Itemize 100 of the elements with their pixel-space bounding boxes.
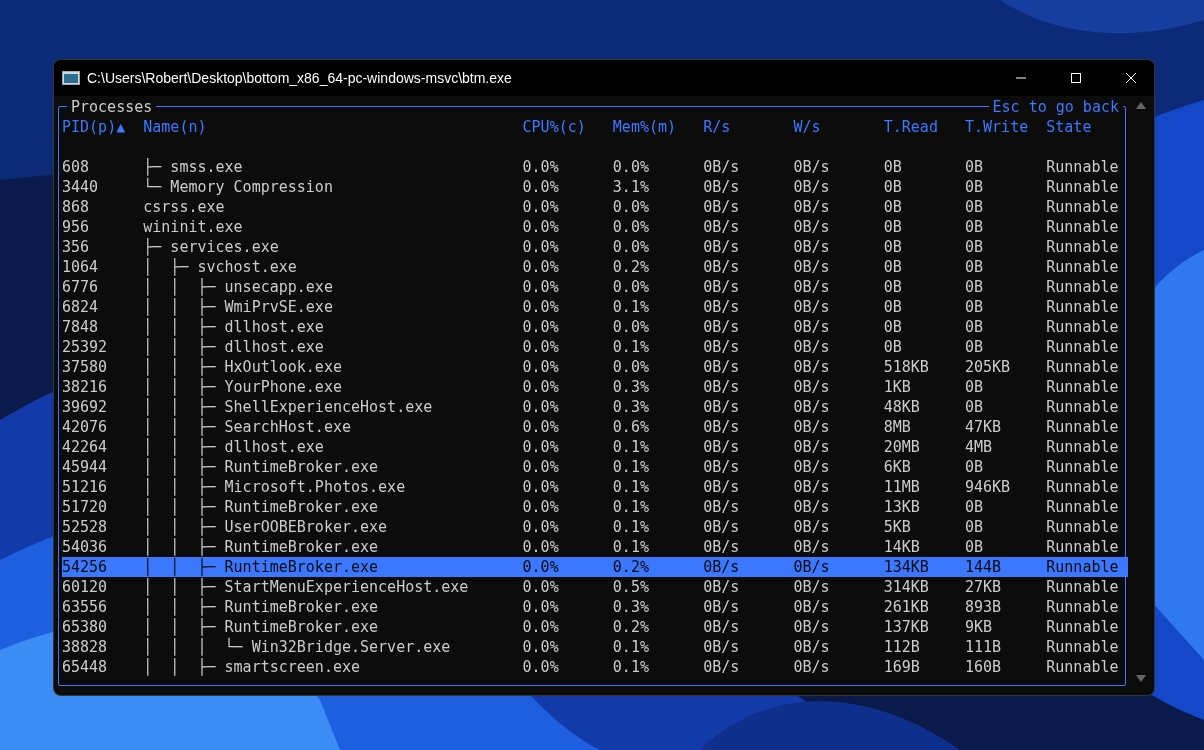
table-cell-text: 42076 — [62, 417, 109, 437]
process-row[interactable]: 51216 │ │ ├─ Microsoft.Photos.exe 0.0% 0.1% 0B/s 0B/s 11MB 946KB Runnable — [62, 477, 1128, 497]
column-header[interactable]: Name(n) — [143, 117, 523, 137]
table-cell-text: 0.2% — [612, 257, 650, 277]
table-cell-text: │ │ ├─ UserOOBEBroker.exe — [143, 517, 389, 537]
table-cell-text: 0B — [883, 237, 903, 257]
process-row[interactable]: 25392 │ │ ├─ dllhost.exe 0.0% 0.1% 0B/s 0B/s 0B 0B Runnable — [62, 337, 1128, 357]
table-cell-text: 0B/s — [703, 597, 741, 617]
table-cell-text: ├─ smss.exe — [143, 157, 244, 177]
process-row[interactable]: 39692 │ │ ├─ ShellExperienceHost.exe 0.0% 0.3% 0B/s 0B/s 48KB 0B Runnable — [62, 397, 1128, 417]
table-cell-text: 0B/s — [793, 437, 831, 457]
table-cell-text: Runnable — [1046, 657, 1120, 677]
table-cell-text: 0B — [965, 217, 985, 237]
table-cell-text: 0.0% — [522, 157, 560, 177]
table-cell-text: 54256 — [62, 557, 109, 577]
table-cell-text: 0B — [883, 217, 903, 237]
process-row[interactable]: 51720 │ │ ├─ RuntimeBroker.exe 0.0% 0.1% 0B/s 0B/s 13KB 0B Runnable — [62, 497, 1128, 517]
process-row[interactable]: 38216 │ │ ├─ YourPhone.exe 0.0% 0.3% 0B/s 0B/s 1KB 0B Runnable — [62, 377, 1128, 397]
table-cell-text: 205KB — [965, 357, 1012, 377]
process-row[interactable]: 956 wininit.exe 0.0% 0.0% 0B/s 0B/s 0B 0B Runnable — [62, 217, 1128, 237]
table-cell-text: 0B/s — [703, 457, 741, 477]
scroll-up-icon[interactable] — [1136, 102, 1146, 109]
process-row[interactable]: 37580 │ │ ├─ HxOutlook.exe 0.0% 0.0% 0B/s 0B/s 518KB 205KB Runnable — [62, 357, 1128, 377]
table-cell-text: 65448 — [62, 657, 109, 677]
table-cell-text: 0B — [883, 317, 903, 337]
table-cell-text: Runnable — [1046, 257, 1120, 277]
scroll-down-icon[interactable] — [1136, 675, 1146, 682]
process-row[interactable]: 65448 │ │ ├─ smartscreen.exe 0.0% 0.1% 0B/s 0B/s 169B 160B Runnable — [62, 657, 1128, 677]
terminal-icon — [62, 71, 80, 85]
table-cell-text: 0B/s — [703, 557, 741, 577]
process-row[interactable]: 54256 │ │ ├─ RuntimeBroker.exe 0.0% 0.2% 0B/s 0B/s 134KB 144B Runnable — [62, 557, 1128, 577]
table-cell-text: 0B — [965, 157, 985, 177]
table-cell-text: 0B/s — [703, 477, 741, 497]
table-cell-text: 0B/s — [703, 437, 741, 457]
column-header[interactable]: R/s — [703, 117, 794, 137]
table-cell-text: 0.5% — [612, 577, 650, 597]
table-cell-text: 0B — [965, 277, 985, 297]
table-cell-text: 20MB — [883, 437, 921, 457]
column-header[interactable]: PID(p)▲ — [62, 117, 144, 137]
process-row[interactable]: 868 csrss.exe 0.0% 0.0% 0B/s 0B/s 0B 0B Runnable — [62, 197, 1128, 217]
table-cell-text: 0B/s — [793, 377, 831, 397]
table-cell-text: 47KB — [965, 417, 1003, 437]
column-header[interactable]: Mem%(m) — [612, 117, 704, 137]
table-cell-text: 0B/s — [703, 177, 741, 197]
table-cell-text: 0B/s — [793, 237, 831, 257]
column-header[interactable]: W/s — [793, 117, 884, 137]
table-cell-text: 0.0% — [612, 237, 650, 257]
table-cell-text: 3440 — [62, 177, 100, 197]
table-cell-text: │ │ ├─ unsecapp.exe — [143, 277, 334, 297]
table-cell-text: 0B/s — [793, 197, 831, 217]
table-cell-text: Runnable — [1046, 497, 1120, 517]
table-cell-text: 39692 — [62, 397, 109, 417]
table-cell-text: 0B/s — [793, 337, 831, 357]
table-cell-text: ├─ services.exe — [143, 237, 280, 257]
process-row[interactable]: 45944 │ │ ├─ RuntimeBroker.exe 0.0% 0.1% 0B/s 0B/s 6KB 0B Runnable — [62, 457, 1128, 477]
process-row[interactable]: 38828 │ │ │ └─ Win32Bridge.Server.exe 0.0% 0.1% 0B/s 0B/s 112B 111B Runnable — [62, 637, 1128, 657]
table-cell-text: 6776 — [62, 277, 100, 297]
table-cell-text: 0.0% — [522, 497, 560, 517]
table-cell-text: 38828 — [62, 637, 109, 657]
process-row[interactable]: 356 ├─ services.exe 0.0% 0.0% 0B/s 0B/s 0B 0B Runnable — [62, 237, 1128, 257]
process-row[interactable]: 42264 │ │ ├─ dllhost.exe 0.0% 0.1% 0B/s 0B/s 20MB 4MB Runnable — [62, 437, 1128, 457]
table-cell-text: │ │ ├─ HxOutlook.exe — [143, 357, 343, 377]
table-cell-text: 0B — [965, 317, 985, 337]
table-cell-text: 518KB — [883, 357, 930, 377]
table-cell-text: 0.0% — [522, 597, 560, 617]
column-header[interactable]: State — [1046, 117, 1128, 137]
table-cell-text: 0.0% — [522, 657, 560, 677]
table-cell-text: 51720 — [62, 497, 109, 517]
table-cell-text: 45944 — [62, 457, 109, 477]
table-cell-text: 0B/s — [793, 557, 831, 577]
process-row[interactable]: 608 ├─ smss.exe 0.0% 0.0% 0B/s 0B/s 0B 0B Runnable — [62, 157, 1128, 177]
process-row[interactable]: 63556 │ │ ├─ RuntimeBroker.exe 0.0% 0.3% 0B/s 0B/s 261KB 893B Runnable — [62, 597, 1128, 617]
process-row[interactable]: 6776 │ │ ├─ unsecapp.exe 0.0% 0.0% 0B/s 0B/s 0B 0B Runnable — [62, 277, 1128, 297]
table-cell-text: 956 — [62, 217, 91, 237]
column-header[interactable]: CPU%(c) — [522, 117, 613, 137]
process-row[interactable]: 65380 │ │ ├─ RuntimeBroker.exe 0.0% 0.2% 0B/s 0B/s 137KB 9KB Runnable — [62, 617, 1128, 637]
process-row[interactable]: 42076 │ │ ├─ SearchHost.exe 0.0% 0.6% 0B/s 0B/s 8MB 47KB Runnable — [62, 417, 1128, 437]
table-cell-text: 0.0% — [522, 577, 560, 597]
process-row[interactable]: 54036 │ │ ├─ RuntimeBroker.exe 0.0% 0.1% 0B/s 0B/s 14KB 0B Runnable — [62, 537, 1128, 557]
column-header[interactable]: T.Read — [883, 117, 965, 137]
table-cell-text: 8MB — [883, 417, 912, 437]
process-row[interactable]: 3440 └─ Memory Compression 0.0% 3.1% 0B/s 0B/s 0B 0B Runnable — [62, 177, 1128, 197]
table-cell-text: 0B — [965, 537, 985, 557]
table-cell-text: 0B/s — [703, 637, 741, 657]
table-cell-text: 0B/s — [703, 497, 741, 517]
table-cell-text: 0B/s — [793, 617, 831, 637]
table-cell-text: 51216 — [62, 477, 109, 497]
column-header[interactable]: T.Write — [965, 117, 1047, 137]
process-row[interactable]: 52528 │ │ ├─ UserOOBEBroker.exe 0.0% 0.1% 0B/s 0B/s 5KB 0B Runnable — [62, 517, 1128, 537]
table-cell-text: 0.0% — [522, 417, 560, 437]
process-row[interactable]: 6824 │ │ ├─ WmiPrvSE.exe 0.0% 0.1% 0B/s 0B/s 0B 0B Runnable — [62, 297, 1128, 317]
table-cell-text: 0B — [883, 277, 903, 297]
process-row[interactable]: 60120 │ │ ├─ StartMenuExperienceHost.exe 0.0% 0.5% 0B/s 0B/s 314KB 27KB Runnable — [62, 577, 1128, 597]
table-cell-text: │ │ ├─ dllhost.exe — [143, 337, 325, 357]
process-row[interactable]: 7848 │ │ ├─ dllhost.exe 0.0% 0.0% 0B/s 0B/s 0B 0B Runnable — [62, 317, 1128, 337]
process-row[interactable]: 1064 │ ├─ svchost.exe 0.0% 0.2% 0B/s 0B/s 0B 0B Runnable — [62, 257, 1128, 277]
table-cell-text: 0.3% — [612, 377, 650, 397]
table-cell-text: 111B — [965, 637, 1003, 657]
table-cell-text: 0B/s — [793, 657, 831, 677]
table-cell-text: 0B/s — [793, 157, 831, 177]
